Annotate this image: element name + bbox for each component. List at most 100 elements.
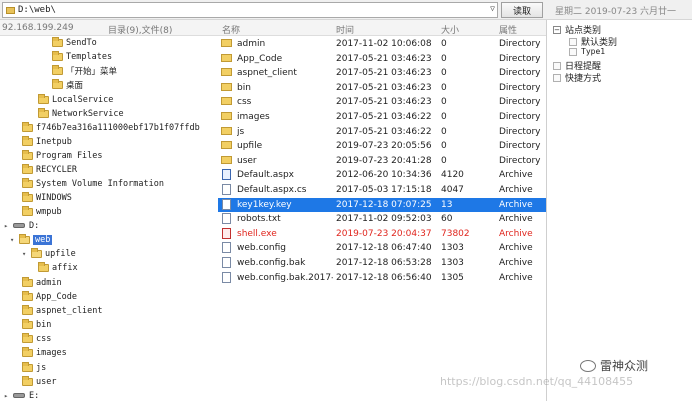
- column-name[interactable]: 名称: [222, 23, 240, 36]
- file-row[interactable]: admin 2017-11-02 10:06:08 0 Directory: [218, 37, 546, 52]
- file-size: 0: [441, 82, 447, 93]
- file-time: 2017-12-18 06:47:40: [336, 243, 432, 254]
- file-row[interactable]: aspnet_client 2017-05-21 03:46:23 0 Directo…: [218, 66, 546, 81]
- expand-icon[interactable]: ▸: [4, 392, 11, 400]
- tree-node-label: wmpub: [36, 206, 62, 217]
- file-size: 0: [441, 141, 447, 152]
- tree-node[interactable]: System Volume Information: [22, 177, 164, 190]
- tree-node[interactable]: SendTo: [52, 36, 97, 49]
- type1-node[interactable]: Type1: [569, 47, 605, 56]
- column-size[interactable]: 大小: [441, 23, 459, 36]
- file-time: 2017-12-18 06:56:40: [336, 272, 432, 283]
- chevron-down-icon[interactable]: ▽: [490, 4, 495, 13]
- tree-node[interactable]: images: [22, 346, 67, 359]
- checkbox-icon[interactable]: [569, 47, 577, 56]
- file-row[interactable]: Default.aspx.cs 2017-05-03 17:15:18 4047 Ar…: [218, 183, 546, 198]
- tree-node[interactable]: ▸ E:: [4, 389, 39, 401]
- tree-node[interactable]: ▸ D:: [4, 219, 39, 232]
- file-attr: Directory: [499, 68, 541, 79]
- item-count: 目录(9),文件(8): [108, 26, 173, 36]
- tree-node[interactable]: aspnet_client: [22, 304, 103, 317]
- folder-icon: [38, 261, 49, 272]
- tree-node[interactable]: Templates: [52, 50, 112, 63]
- file-row[interactable]: web.config.bak.2017-1...2017-12-18 06:56…: [218, 271, 546, 286]
- file-row[interactable]: shell.exe 2019-07-23 20:04:37 73802 Archive: [218, 227, 546, 242]
- checkbox-icon[interactable]: [553, 73, 561, 82]
- collapse-icon[interactable]: ▾: [10, 236, 17, 244]
- tree-node[interactable]: admin: [22, 276, 62, 289]
- tree-node[interactable]: bin: [22, 318, 51, 331]
- checkbox-icon[interactable]: [569, 37, 577, 46]
- tree-node[interactable]: css: [22, 332, 51, 345]
- file-icon: [222, 257, 231, 268]
- tree-node[interactable]: WINDOWS: [22, 191, 72, 204]
- tree-node[interactable]: js: [22, 361, 46, 374]
- expand-icon[interactable]: ▸: [4, 222, 11, 230]
- tree-node-label: SendTo: [66, 37, 97, 48]
- file-size: 0: [441, 53, 447, 64]
- read-button[interactable]: 读取: [501, 2, 543, 18]
- tree-header: 92.168.199.249 目录(9),文件(8): [0, 20, 218, 36]
- tree-node[interactable]: ▾ web: [10, 233, 53, 246]
- folder-icon: [19, 233, 30, 244]
- tree-node[interactable]: user: [22, 375, 56, 388]
- tree-node[interactable]: NetworkService: [38, 107, 124, 120]
- folder-icon: [22, 361, 33, 372]
- folder-icon: [22, 304, 33, 315]
- tree-node[interactable]: wmpub: [22, 205, 62, 218]
- tree-node[interactable]: affix: [38, 261, 78, 274]
- tree-node[interactable]: LocalService: [38, 93, 113, 106]
- file-row[interactable]: App_Code 2017-05-21 03:46:23 0 Directory: [218, 52, 546, 67]
- checkbox-icon[interactable]: [553, 61, 561, 70]
- column-attr[interactable]: 属性: [499, 23, 517, 36]
- folder-tree: SendTo Templates 「开始」菜单 桌面 LocalService Netwo…: [0, 36, 218, 401]
- folder-icon: [221, 155, 232, 164]
- file-time: 2017-05-21 03:46:22: [336, 126, 432, 137]
- tree-node-label: D:: [29, 220, 40, 231]
- file-row[interactable]: bin 2017-05-21 03:46:23 0 Directory: [218, 81, 546, 96]
- file-size: 4120: [441, 170, 464, 181]
- tree-node[interactable]: ▾ upfile: [22, 247, 76, 260]
- file-name: App_Code: [237, 53, 283, 64]
- tree-node[interactable]: RECYCLER: [22, 163, 77, 176]
- tree-node[interactable]: App_Code: [22, 290, 77, 303]
- file-row[interactable]: web.config 2017-12-18 06:47:40 1303 Archive: [218, 241, 546, 256]
- file-row[interactable]: key1key.key 2017-12-18 07:07:25 13 Archive: [218, 197, 546, 213]
- collapse-icon[interactable]: −: [553, 25, 561, 34]
- file-time: 2017-05-21 03:46:22: [336, 112, 432, 122]
- folder-icon: [38, 107, 49, 118]
- file-icon: [222, 271, 231, 283]
- column-time[interactable]: 时间: [336, 23, 354, 36]
- file-row[interactable]: Default.aspx 2012-06-20 10:34:36 4120 Archi…: [218, 168, 546, 183]
- file-list: admin 2017-11-02 10:06:08 0 Directory App_Co…: [218, 36, 546, 401]
- file-name: Default.aspx: [237, 170, 294, 181]
- tree-node-label: WINDOWS: [36, 192, 72, 203]
- file-name: js: [237, 126, 245, 137]
- tree-node-label: Inetpub: [36, 136, 72, 147]
- tree-node[interactable]: Inetpub: [22, 135, 72, 148]
- folder-icon: [221, 126, 232, 135]
- path-input[interactable]: D:\web\ ▽: [2, 2, 498, 18]
- tree-node[interactable]: 「开始」菜单: [52, 64, 117, 77]
- collapse-icon[interactable]: ▾: [22, 250, 29, 258]
- file-row[interactable]: robots.txt 2017-11-02 09:52:03 60 Archive: [218, 212, 546, 227]
- file-row[interactable]: user 2019-07-23 20:41:28 0 Directory: [218, 154, 546, 169]
- folder-icon: [221, 39, 232, 47]
- tree-node[interactable]: Program Files: [22, 149, 103, 162]
- tree-node[interactable]: 桌面: [52, 78, 83, 91]
- folder-icon: [221, 141, 232, 150]
- file-row[interactable]: images 2017-05-21 03:46:22 0 Directory: [218, 110, 546, 125]
- date-display: 星期二 2019-07-23 六月廿一: [555, 7, 677, 17]
- tree-node[interactable]: f746b7ea316a111000ebf17b1f07ffdb: [22, 121, 200, 134]
- file-row[interactable]: upfile 2019-07-23 20:05:56 0 Directory: [218, 139, 546, 154]
- list-header: 名称 时间 大小 属性: [218, 20, 546, 36]
- file-attr: Directory: [499, 112, 541, 122]
- file-row[interactable]: web.config.bak 2017-12-18 06:53:28 1303 Arc…: [218, 256, 546, 271]
- tree-node-label: aspnet_client: [36, 305, 103, 316]
- file-row[interactable]: css 2017-05-21 03:46:23 0 Directory: [218, 95, 546, 110]
- tree-node-label: admin: [36, 277, 62, 288]
- folder-icon: [31, 247, 42, 258]
- shortcuts-node[interactable]: 快捷方式: [553, 71, 601, 84]
- file-row[interactable]: js 2017-05-21 03:46:22 0 Directory: [218, 125, 546, 140]
- tree-node-label: RECYCLER: [36, 164, 77, 175]
